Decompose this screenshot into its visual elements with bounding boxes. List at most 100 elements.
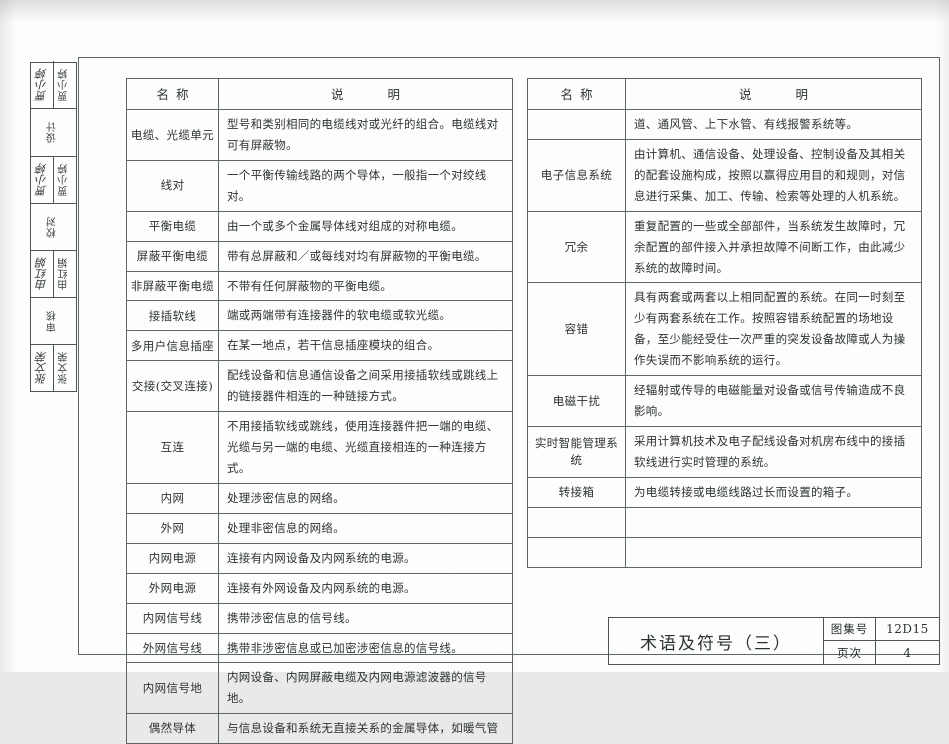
- term-name: 内网: [126, 482, 219, 514]
- term-description: 处理非密信息的网络。: [218, 512, 513, 544]
- column-header-desc-part1: 说: [738, 87, 752, 102]
- signature-mark: 贾小婷: [35, 68, 49, 102]
- term-name: 冗余: [527, 210, 626, 284]
- term-description: [625, 506, 922, 538]
- table-body-right: 道、通风管、上下水管、有线报警系统等。 电子信息系统 由计算机、通信设备、处理设备、…: [527, 109, 922, 568]
- atlas-number-value: 12D15: [886, 622, 929, 636]
- term-name: 实时智能管理系统: [527, 425, 626, 478]
- column-header-desc-part2: 明: [387, 87, 401, 102]
- term-description: 具有两套或两套以上相同配置的系统。在同一时刻至少有两套系统在工作。按照容错系统配…: [625, 282, 922, 377]
- signature-row: 审核: [31, 296, 76, 344]
- column-header-description: 说明: [625, 78, 922, 110]
- title-block-meta: 图集号 12D15 页次 4: [824, 618, 939, 664]
- signature-role: 校对: [47, 215, 59, 238]
- signature-row: 张文荣 张文荣: [31, 343, 76, 391]
- term-name: 转接箱: [527, 476, 626, 508]
- term-name: 交接(交叉连接): [126, 360, 219, 413]
- page-number-row: 页次 4: [824, 641, 939, 664]
- table-row: 转接箱 为电缆转接或电缆线路过长而设置的箱子。: [527, 476, 922, 508]
- table-row: 非屏蔽平衡电缆 不带有任何屏蔽物的平衡电缆。: [126, 270, 513, 302]
- signature-role: 贾小婷: [53, 156, 76, 203]
- signature-role: 审核: [47, 309, 59, 332]
- table-row: 互连 不用接插软线或跳线，使用连接器件把一端的电缆、光缆与另一端的电缆、光缆直接相…: [126, 411, 513, 484]
- term-description: 一个平衡传输线路的两个导体，一般指一个对绞线对。: [218, 159, 513, 212]
- term-description: 型号和类别相同的电缆线对或光纤的组合。电缆线对可有屏蔽物。: [218, 109, 513, 161]
- table-row: 外网 处理非密信息的网络。: [126, 512, 513, 544]
- signature-mark: 贾小婷: [35, 163, 49, 197]
- title-block: 术语及符号（三） 图集号 12D15 页次 4: [608, 617, 940, 665]
- column-header-description: 说明: [218, 78, 513, 110]
- signature-row: 贾小婷 贾小婷: [31, 155, 76, 203]
- term-name: 多用户信息插座: [126, 330, 219, 362]
- table-row: [527, 536, 922, 568]
- term-description: 采用计算机技术及电子配线设备对机房布线中的接插软线进行实时管理的系统。: [625, 425, 922, 478]
- table-header-row: 名称 说明: [527, 78, 922, 110]
- term-description: 不带有任何屏蔽物的平衡电缆。: [218, 270, 513, 302]
- column-header-desc-part1: 说: [330, 87, 344, 102]
- table-row: 道、通风管、上下水管、有线报警系统等。: [527, 109, 922, 140]
- term-description: 在某一地点，若干信息插座模块的组合。: [218, 330, 513, 362]
- term-name: [527, 506, 626, 538]
- column-header-name: 名称: [126, 78, 219, 110]
- term-name: 外网: [126, 512, 219, 544]
- term-description: 携带非涉密信息或已加密涉密信息的信号线。: [218, 632, 513, 664]
- term-name: 偶然导体: [126, 713, 219, 744]
- terminology-table-right: 名称 说明 道、通风管、上下水管、有线报警系统等。 电子信息系统 由计算机、通信设备…: [527, 78, 922, 568]
- table-row: 接插软线 端或两端带有连接器件的软电缆或软光缆。: [126, 300, 513, 332]
- signature-row: 设计: [31, 108, 76, 156]
- table-row: 实时智能管理系统 采用计算机技术及电子配线设备对机房布线中的接插软线进行实时管理的…: [527, 425, 922, 478]
- term-name: 内网信号地: [126, 662, 219, 715]
- term-name: 内网信号线: [126, 602, 219, 634]
- term-description: 由一个或多个金属导体线对组成的对称电缆。: [218, 210, 513, 242]
- term-name: 平衡电缆: [126, 210, 219, 242]
- terminology-table-left: 名称 说明 电缆、光缆单元 型号和类别相同的电缆线对或光纤的组合。电缆线对可有屏蔽…: [126, 78, 513, 744]
- table-row: 外网信号线 携带非涉密信息或已加密涉密信息的信号线。: [126, 632, 513, 664]
- term-name: [527, 109, 626, 140]
- table-row: 内网信号地 内网设备、内网屏蔽电缆及内网电源滤波器的信号地。: [126, 662, 513, 715]
- table-row: 冗余 重复配置的一些或全部部件，当系统发生故障时，冗余配置的部件接入并承担故障不间…: [527, 210, 922, 284]
- table-row: 内网信号线 携带涉密信息的信号线。: [126, 602, 513, 634]
- column-header-name: 名称: [527, 78, 626, 110]
- term-description: 由计算机、通信设备、处理设备、控制设备及其相关的配套设施构成，按照以赢得应用目的…: [625, 138, 922, 212]
- page-number-value: 4: [903, 645, 912, 660]
- signature-row: 校对: [31, 202, 76, 250]
- term-description: 携带涉密信息的信号线。: [218, 602, 513, 634]
- table-body-left: 电缆、光缆单元 型号和类别相同的电缆线对或光纤的组合。电缆线对可有屏蔽物。 线对 一个…: [126, 109, 513, 744]
- signature-role: 贾小婷: [53, 61, 76, 109]
- term-description: 连接有外网设备及内网系统的电源。: [218, 572, 513, 604]
- term-name: 外网信号线: [126, 632, 219, 664]
- term-name: 线对: [126, 159, 219, 212]
- table-row: 电磁干扰 经辐射或传导的电磁能量对设备或信号传输造成不良影响。: [527, 375, 922, 427]
- signature-role: 设计: [47, 121, 59, 144]
- term-description: 与信息设备和系统无直接关系的金属导体，如暖气管: [218, 713, 513, 744]
- term-description: 处理涉密信息的网络。: [218, 482, 513, 514]
- signature-block: 张文荣 张文荣 审核 由红娟 由红娟 校对 贾小婷 贾小婷 设计 贾小婷 贾小婷: [30, 61, 77, 392]
- table-row: 平衡电缆 由一个或多个金属导体线对组成的对称电缆。: [126, 210, 513, 242]
- table-row: 屏蔽平衡电缆 带有总屏蔽和／或每线对均有屏蔽物的平衡电缆。: [126, 240, 513, 272]
- table-row: 电缆、光缆单元 型号和类别相同的电缆线对或光纤的组合。电缆线对可有屏蔽物。: [126, 109, 513, 161]
- table-row: 偶然导体 与信息设备和系统无直接关系的金属导体，如暖气管: [126, 713, 513, 744]
- table-header-row: 名称 说明: [126, 78, 513, 110]
- signature-role: 张文荣: [53, 344, 76, 391]
- sheet-title: 术语及符号（三）: [609, 618, 824, 664]
- term-description: 连接有内网设备及内网系统的电源。: [218, 542, 513, 574]
- signature-row: 贾小婷 贾小婷: [31, 61, 76, 109]
- table-row: 电子信息系统 由计算机、通信设备、处理设备、控制设备及其相关的配套设施构成，按照以…: [527, 138, 922, 212]
- term-name: 电缆、光缆单元: [126, 109, 219, 161]
- table-row: 线对 一个平衡传输线路的两个导体，一般指一个对绞线对。: [126, 159, 513, 212]
- term-name: 外网电源: [126, 572, 219, 604]
- term-description: 内网设备、内网屏蔽电缆及内网电源滤波器的信号地。: [218, 662, 513, 715]
- term-name: [527, 536, 626, 568]
- signature-mark: 张文荣: [35, 351, 49, 385]
- table-row: 外网电源 连接有外网设备及内网系统的电源。: [126, 572, 513, 604]
- term-description: 重复配置的一些或全部部件，当系统发生故障时，冗余配置的部件接入并承担故障不间断工…: [625, 210, 922, 284]
- table-row: 容错 具有两套或两套以上相同配置的系统。在同一时刻至少有两套系统在工作。按照容错系…: [527, 282, 922, 377]
- term-description: 不用接插软线或跳线，使用连接器件把一端的电缆、光缆与另一端的电缆、光缆直接相连的…: [218, 411, 513, 484]
- term-name: 电子信息系统: [527, 138, 626, 212]
- term-description: 为电缆转接或电缆线路过长而设置的箱子。: [625, 476, 922, 508]
- scanned-page: 张文荣 张文荣 审核 由红娟 由红娟 校对 贾小婷 贾小婷 设计 贾小婷 贾小婷: [0, 0, 949, 744]
- table-row: 交接(交叉连接) 配线设备和信息通信设备之间采用接插软线或跳线上的链接器件相连的一…: [126, 360, 513, 413]
- term-description: 配线设备和信息通信设备之间采用接插软线或跳线上的链接器件相连的一种链接方式。: [218, 360, 513, 413]
- term-description: 带有总屏蔽和／或每线对均有屏蔽物的平衡电缆。: [218, 240, 513, 272]
- page-number-label: 页次: [824, 641, 876, 664]
